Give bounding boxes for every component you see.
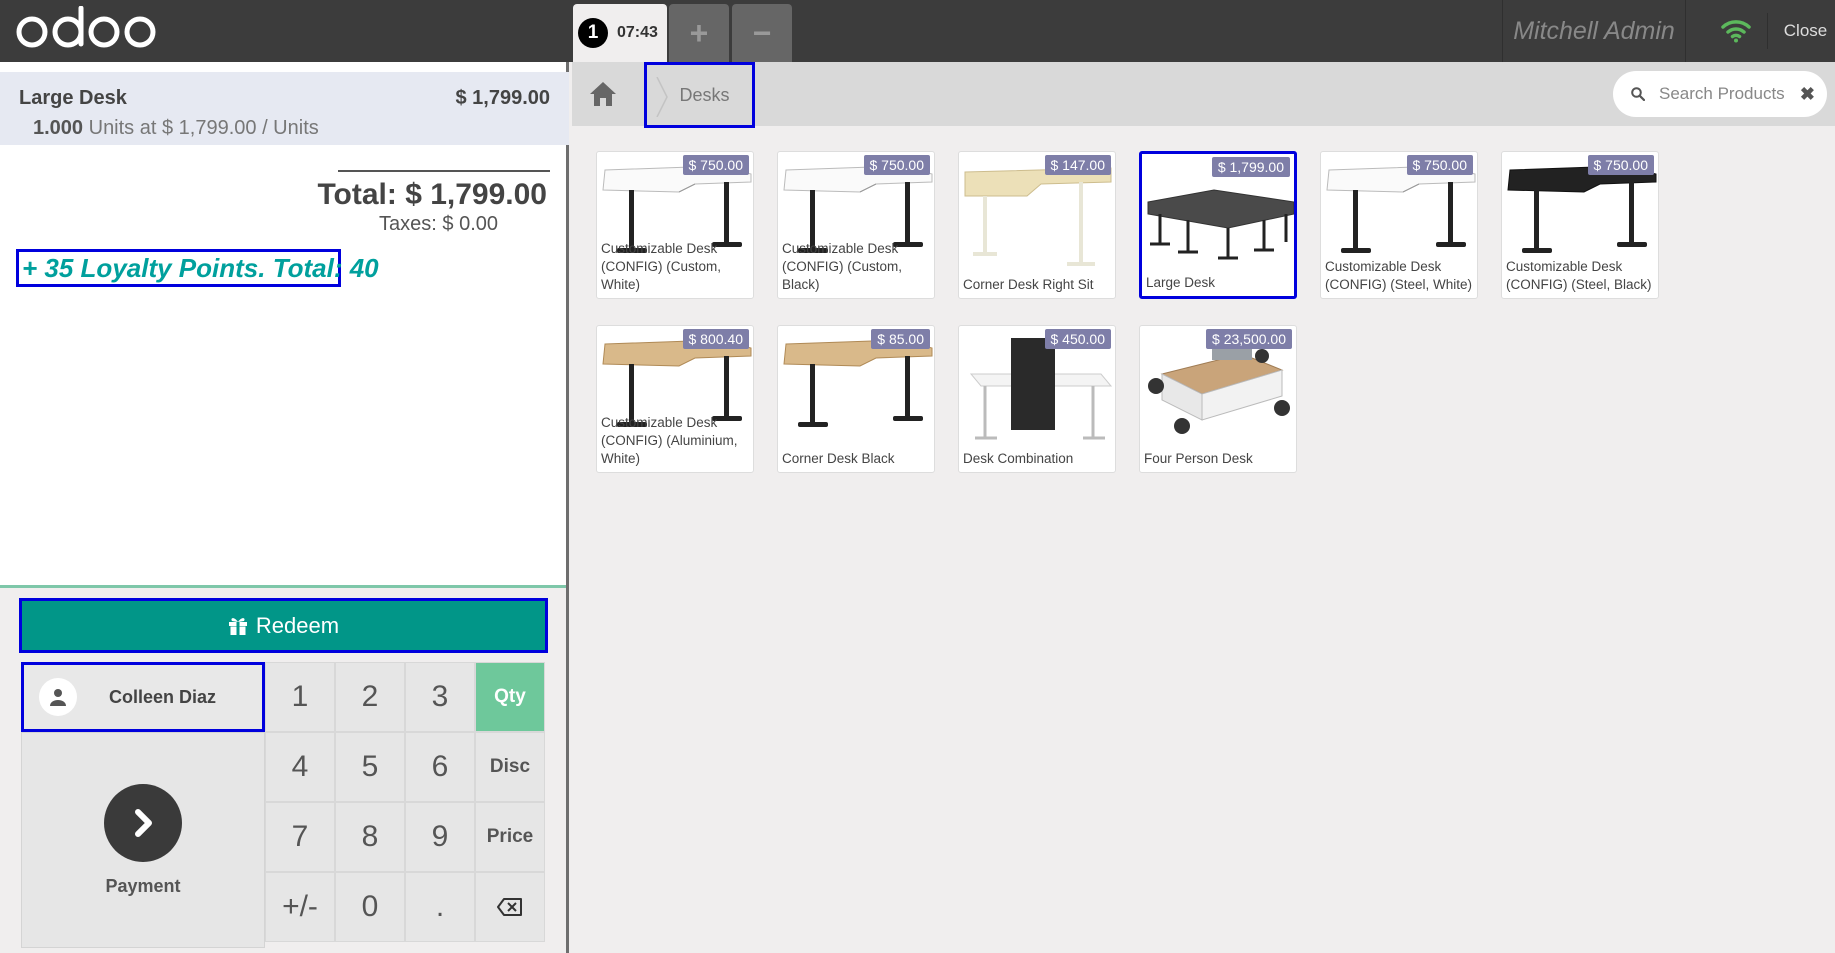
product-card[interactable]: $ 23,500.00 Four Person Desk bbox=[1139, 325, 1297, 473]
numpad-key-3[interactable]: 3 bbox=[405, 662, 475, 732]
order-line-qty: 1.000 bbox=[33, 117, 84, 139]
order-line-price: $ 1,799.00 bbox=[455, 87, 550, 109]
product-name: Customizable Desk (CONFIG) (Custom, Whit… bbox=[601, 241, 721, 292]
product-image bbox=[1144, 162, 1294, 272]
odoo-logo bbox=[16, 6, 156, 48]
product-card[interactable]: $ 1,799.00 Large Desk bbox=[1139, 151, 1297, 299]
remove-order-button[interactable]: − bbox=[732, 4, 792, 62]
price-mode-button[interactable]: Price bbox=[475, 802, 545, 872]
numpad-key-5[interactable]: 5 bbox=[335, 732, 405, 802]
payment-label: Payment bbox=[105, 875, 181, 896]
loyalty-points: + 35 Loyalty Points. Total: 40 bbox=[16, 249, 379, 287]
product-price: $ 450.00 bbox=[1044, 329, 1111, 349]
add-order-button[interactable]: + bbox=[669, 4, 729, 62]
wifi-icon bbox=[1704, 13, 1768, 49]
order-taxes: Taxes: $ 0.00 bbox=[379, 213, 498, 235]
product-image bbox=[1142, 334, 1296, 444]
numpad-key-9[interactable]: 9 bbox=[405, 802, 475, 872]
close-button[interactable]: Close bbox=[1776, 0, 1835, 62]
chevron-right-icon bbox=[104, 783, 182, 862]
product-name: Customizable Desk (CONFIG) (Steel, Black… bbox=[1506, 259, 1652, 292]
numpad-key-sign[interactable]: +/- bbox=[265, 872, 335, 942]
numpad-key-7[interactable]: 7 bbox=[265, 802, 335, 872]
product-image bbox=[961, 334, 1115, 444]
cashier-name[interactable]: Mitchell Admin bbox=[1502, 0, 1686, 62]
numpad-key-6[interactable]: 6 bbox=[405, 732, 475, 802]
numpad: 1 2 3 Qty 4 5 6 Disc 7 8 9 Price +/- 0 . bbox=[265, 662, 545, 942]
product-name: Corner Desk Right Sit bbox=[963, 277, 1094, 292]
breadcrumb-desks[interactable]: Desks bbox=[644, 62, 755, 128]
product-price: $ 800.40 bbox=[682, 329, 749, 349]
product-card[interactable]: $ 85.00 Corner Desk Black bbox=[777, 325, 935, 473]
backspace-icon bbox=[497, 898, 522, 916]
search-box: ✖ bbox=[1613, 71, 1827, 117]
search-icon bbox=[1631, 87, 1645, 101]
disc-mode-button[interactable]: Disc bbox=[475, 732, 545, 802]
top-bar: 1 07:43 + − Mitchell Admin Close bbox=[0, 0, 1835, 62]
product-name: Customizable Desk (CONFIG) (Aluminium, W… bbox=[601, 415, 738, 466]
product-card[interactable]: $ 750.00 Customizable Desk (CONFIG) (Stee… bbox=[1501, 151, 1659, 299]
numpad-key-1[interactable]: 1 bbox=[265, 662, 335, 732]
clear-search-icon[interactable]: ✖ bbox=[1800, 84, 1815, 105]
product-image bbox=[1504, 160, 1658, 270]
product-screen: Desks ✖ $ 750.00 Customizable Desk (CONFI… bbox=[572, 62, 1835, 953]
customer-name: Colleen Diaz bbox=[109, 686, 217, 707]
customer-button[interactable]: Colleen Diaz bbox=[21, 662, 265, 732]
order-time: 07:43 bbox=[617, 24, 658, 41]
product-image bbox=[961, 160, 1115, 270]
product-card[interactable]: $ 750.00 Customizable Desk (CONFIG) (Cust… bbox=[596, 151, 754, 299]
product-price: $ 23,500.00 bbox=[1206, 329, 1292, 349]
product-name: Large Desk bbox=[1146, 275, 1216, 290]
order-panel: Large Desk $ 1,799.00 1.000 Units at $ 1… bbox=[0, 62, 569, 953]
product-price: $ 1,799.00 bbox=[1211, 157, 1290, 177]
payment-button[interactable]: Payment bbox=[21, 732, 265, 948]
search-input[interactable] bbox=[1659, 84, 1799, 104]
order-tab[interactable]: 1 07:43 bbox=[573, 4, 667, 62]
home-icon[interactable] bbox=[588, 80, 618, 108]
product-card[interactable]: $ 800.40 Customizable Desk (CONFIG) (Alum… bbox=[596, 325, 754, 473]
gift-icon bbox=[228, 617, 247, 635]
product-name: Corner Desk Black bbox=[782, 451, 895, 466]
breadcrumb-separator-icon bbox=[656, 77, 668, 117]
product-name: Desk Combination bbox=[963, 451, 1074, 466]
product-price: $ 750.00 bbox=[1406, 155, 1473, 175]
order-line-name: Large Desk bbox=[19, 87, 127, 109]
product-card[interactable]: $ 147.00 Corner Desk Right Sit bbox=[958, 151, 1116, 299]
numpad-key-2[interactable]: 2 bbox=[335, 662, 405, 732]
order-total: Total: $ 1,799.00 bbox=[317, 178, 547, 211]
breadcrumb-label: Desks bbox=[679, 84, 730, 105]
product-card[interactable]: $ 750.00 Customizable Desk (CONFIG) (Stee… bbox=[1320, 151, 1478, 299]
order-line-unit-price: Units at $ 1,799.00 / Units bbox=[83, 117, 319, 139]
product-price: $ 147.00 bbox=[1044, 155, 1111, 175]
product-price: $ 750.00 bbox=[1587, 155, 1654, 175]
product-card[interactable]: $ 450.00 Desk Combination bbox=[958, 325, 1116, 473]
numpad-key-0[interactable]: 0 bbox=[335, 872, 405, 942]
order-number: 1 bbox=[578, 18, 608, 48]
backspace-button[interactable] bbox=[475, 872, 545, 942]
order-line[interactable]: Large Desk $ 1,799.00 1.000 Units at $ 1… bbox=[0, 72, 569, 145]
product-price: $ 750.00 bbox=[682, 155, 749, 175]
product-image bbox=[780, 334, 934, 444]
redeem-button[interactable]: Redeem bbox=[19, 598, 548, 653]
redeem-label: Redeem bbox=[255, 612, 340, 638]
qty-mode-button[interactable]: Qty bbox=[475, 662, 545, 732]
control-panel: Redeem Colleen Diaz Payment 1 2 3 Qty 4 … bbox=[0, 585, 566, 953]
product-name: Customizable Desk (CONFIG) (Steel, White… bbox=[1325, 259, 1473, 292]
numpad-key-dot[interactable]: . bbox=[405, 872, 475, 942]
user-icon bbox=[39, 678, 77, 716]
order-line-detail: 1.000 Units at $ 1,799.00 / Units bbox=[33, 117, 319, 140]
product-name: Four Person Desk bbox=[1144, 451, 1253, 466]
product-card[interactable]: $ 750.00 Customizable Desk (CONFIG) (Cust… bbox=[777, 151, 935, 299]
total-divider bbox=[338, 170, 550, 172]
numpad-key-8[interactable]: 8 bbox=[335, 802, 405, 872]
numpad-key-4[interactable]: 4 bbox=[265, 732, 335, 802]
product-image bbox=[1323, 160, 1477, 270]
product-name: Customizable Desk (CONFIG) (Custom, Blac… bbox=[782, 241, 902, 292]
category-bar: Desks ✖ bbox=[572, 62, 1835, 128]
product-price: $ 85.00 bbox=[871, 329, 930, 349]
product-price: $ 750.00 bbox=[863, 155, 930, 175]
